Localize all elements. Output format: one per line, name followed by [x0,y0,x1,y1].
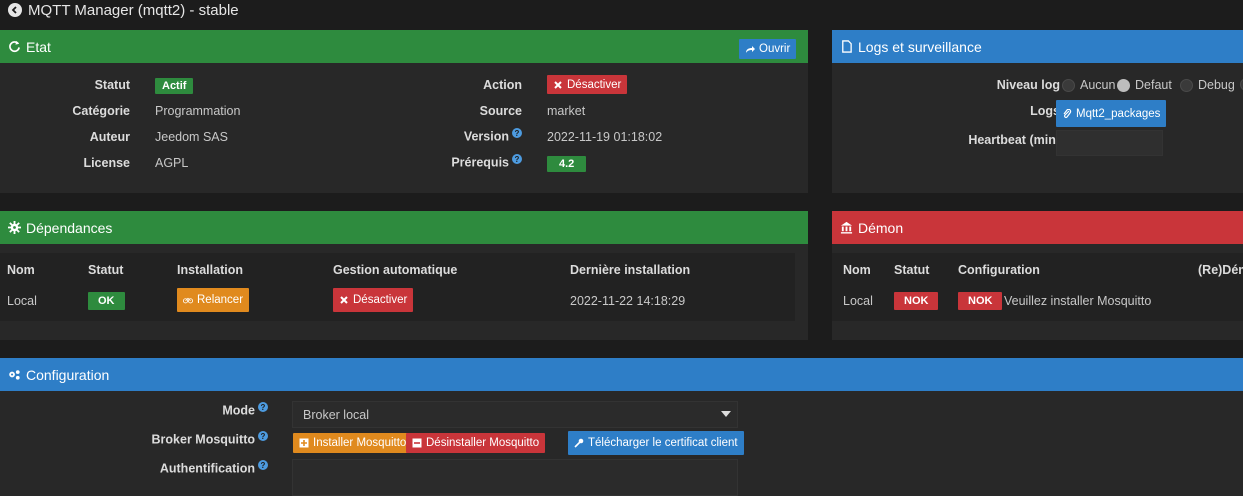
dependances-title: Dépendances [26,219,113,236]
chevron-down-icon [721,411,731,417]
logs-header: Logs et surveillance [832,30,1243,63]
help-icon[interactable]: ? [258,460,268,470]
help-icon[interactable]: ? [258,402,268,412]
prerequis-badge: 4.2 [547,156,587,172]
demon-panel: Démon Nom Statut Configuration (Re)Dém L… [832,211,1243,340]
prerequis-label: Prérequis? [451,154,522,170]
heartbeat-label: Heartbeat (min) [968,133,1060,147]
install-mosquitto-button[interactable]: Installer Mosquitto [293,433,413,453]
col-nom: Nom [7,263,35,277]
back-arrow-icon[interactable] [8,3,22,17]
statut-label: Statut [94,78,130,92]
help-icon[interactable]: ? [258,431,268,441]
etat-panel: Etat Ouvrir Statut Actif Catégorie Progr… [0,30,808,193]
statut-badge: Actif [155,78,194,94]
categorie-label: Catégorie [72,104,130,118]
mode-select[interactable]: Broker local [292,401,738,428]
demon-title: Démon [858,219,904,236]
categorie-value: Programmation [155,104,241,118]
configuration-header: Configuration [0,358,1243,391]
col-redemarrer: (Re)Dém [1198,263,1243,277]
niveau-log-label: Niveau log [996,78,1060,92]
col-statut: Statut [88,263,124,277]
help-icon[interactable]: ? [512,154,522,164]
auteur-label: Auteur [89,130,130,144]
log-level-aucun[interactable]: Aucun [1062,78,1115,92]
bicycle-icon [183,297,193,304]
col-nom: Nom [843,263,871,277]
close-icon [340,296,348,304]
log-level-defaut[interactable]: Defaut [1117,78,1172,92]
demon-header: Démon [832,211,1243,244]
etat-header: Etat [0,30,808,63]
dependances-panel: Dépendances Nom Statut Installation Gest… [0,211,808,340]
version-label: Version? [464,128,522,144]
broker-label: Broker Mosquitto? [152,431,268,447]
page-title: MQTT Manager (mqtt2) - stable [8,0,239,20]
source-label: Source [479,104,522,118]
cogs-icon [9,370,20,380]
heartbeat-input[interactable] [1056,130,1163,156]
mode-label: Mode? [222,402,268,418]
demon-config-text: Veuillez installer Mosquitto [1004,294,1152,308]
share-icon [746,46,755,53]
log-level-debug[interactable]: Debug [1180,78,1235,92]
refresh-icon [9,40,20,53]
dep-derniere: 2022-11-22 14:18:29 [570,294,686,308]
configuration-panel: Configuration Mode? Broker local Broker … [0,358,1243,496]
key-icon [574,438,584,448]
source-value: market [547,104,586,118]
auteur-value: Jeedom SAS [155,130,228,144]
desactiver-plugin-button[interactable]: Désactiver [547,75,628,94]
demon-status-badge: NOK [894,292,939,310]
bank-icon [840,221,853,234]
gear-icon [8,221,21,234]
gestion-desactiver-button[interactable]: Désactiver [333,288,414,312]
logs-title: Logs et surveillance [858,38,982,55]
col-statut: Statut [894,263,930,277]
demon-config-badge: NOK [958,292,1003,310]
col-derniere: Dernière installation [570,263,691,277]
col-installation: Installation [177,263,243,277]
col-gestion: Gestion automatique [333,263,458,277]
plus-square-icon [299,438,309,448]
paperclip-icon [1063,108,1072,118]
dep-nom: Local [7,294,37,308]
dep-status-badge: OK [88,292,125,310]
auth-label: Authentification? [160,460,268,476]
dependances-header: Dépendances [0,211,808,244]
configuration-title: Configuration [26,366,110,383]
help-icon[interactable]: ? [512,128,522,138]
version-value: 2022-11-19 01:18:02 [547,130,663,144]
logs-panel: Logs et surveillance Niveau log Aucun De… [832,30,1243,193]
close-icon [554,80,562,89]
radio-icon [1062,78,1075,92]
page-title-text: MQTT Manager (mqtt2) - stable [28,1,239,19]
demon-nom: Local [843,294,873,308]
minus-square-icon [412,438,422,448]
radio-icon [1180,78,1193,92]
auth-textarea[interactable] [292,459,738,496]
action-label: Action [483,78,522,92]
license-label: License [83,156,130,170]
file-icon [842,40,852,53]
license-value: AGPL [155,156,189,170]
col-configuration: Configuration [958,263,1040,277]
ouvrir-button[interactable]: Ouvrir [739,39,797,59]
uninstall-mosquitto-button[interactable]: Désinstaller Mosquitto [406,433,546,453]
radio-selected-icon [1117,78,1130,92]
log-file-button[interactable]: Mqtt2_packages [1056,100,1167,127]
download-cert-button[interactable]: Télécharger le certificat client [568,431,744,455]
relancer-button[interactable]: Relancer [177,288,250,312]
etat-title: Etat [26,38,51,55]
